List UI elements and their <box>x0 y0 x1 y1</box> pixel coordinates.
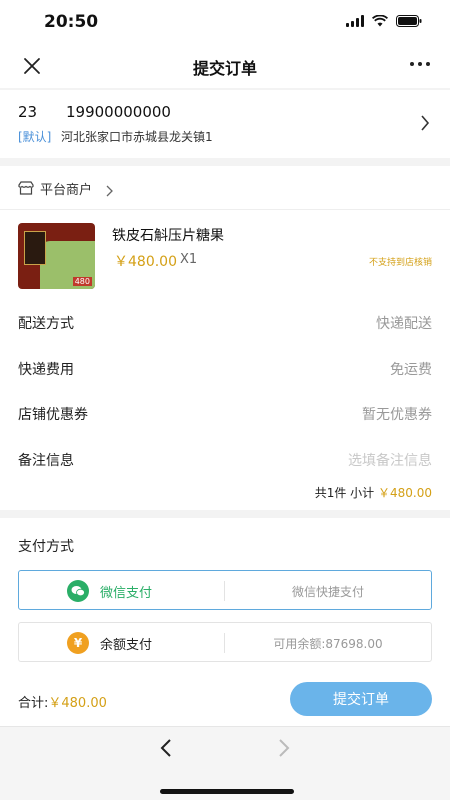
payment-option-sub: 可用余额:87698.00 <box>273 637 383 651</box>
product-quantity: X1 <box>180 252 198 267</box>
row-label: 配送方式 <box>18 316 74 332</box>
shop-name: 平台商户 <box>40 183 93 198</box>
subtotal: 共1件 小计 ￥480.00 <box>315 484 432 501</box>
row-label: 快递费用 <box>18 362 74 378</box>
row-remarks[interactable]: 备注信息 选填备注信息 <box>0 437 450 483</box>
row-value: 免运费 <box>390 362 432 378</box>
store-icon <box>18 180 34 199</box>
signal-icon <box>346 15 364 27</box>
remarks-input[interactable]: 选填备注信息 <box>348 450 432 470</box>
total-label: 合计: <box>18 696 49 711</box>
home-indicator <box>160 789 294 794</box>
payment-option-balance[interactable]: ¥ 余额支付 可用余额:87698.00 <box>18 622 432 662</box>
payment-option-wechat[interactable]: 微信支付 微信快捷支付 <box>18 570 432 610</box>
wechat-icon <box>67 580 89 602</box>
status-icons <box>346 15 422 27</box>
order-card: 平台商户 480 铁皮石斛压片糖果 ￥480.00 X1 不支持到店核销 配送方… <box>0 166 450 510</box>
page-title: 提交订单 <box>192 59 257 78</box>
row-value: 暂无优惠券 <box>362 407 432 423</box>
status-bar: 20:50 <box>0 0 450 44</box>
product-title: 铁皮石斛压片糖果 <box>112 228 224 244</box>
forward-arrow-icon[interactable] <box>276 737 292 763</box>
address-detail: 河北张家口市赤城县龙关镇1 <box>61 130 213 144</box>
payment-option-label: 微信支付 <box>100 586 153 601</box>
yen-icon: ¥ <box>67 632 89 654</box>
submit-order-button[interactable]: 提交订单 <box>290 682 432 716</box>
product-price: ￥480.00 <box>114 254 177 270</box>
shop-header[interactable]: 平台商户 <box>0 166 450 210</box>
default-tag: [默认] <box>18 130 52 144</box>
total-amount: ￥480.00 <box>48 696 107 711</box>
back-arrow-icon[interactable] <box>158 737 174 763</box>
status-time: 20:50 <box>44 12 99 32</box>
row-value: 快递配送 <box>376 316 432 332</box>
address-card[interactable]: 23 19900000000 [默认] 河北张家口市赤城县龙关镇1 <box>0 90 450 158</box>
payment-option-label: 余额支付 <box>100 638 153 653</box>
wifi-icon <box>372 15 388 27</box>
row-label: 备注信息 <box>18 453 74 469</box>
product-image-price: 480 <box>72 277 92 286</box>
payment-title: 支付方式 <box>18 539 74 555</box>
product-note: 不支持到店核销 <box>368 258 432 268</box>
battery-icon <box>396 15 422 27</box>
payment-option-sub: 微信快捷支付 <box>291 585 364 599</box>
row-delivery-method[interactable]: 配送方式 快递配送 <box>0 300 450 346</box>
row-label: 店铺优惠券 <box>18 407 88 423</box>
chevron-right-icon <box>420 114 430 136</box>
nav-bar: 提交订单 <box>0 44 450 88</box>
address-name: 23 <box>18 103 38 121</box>
more-icon[interactable] <box>410 62 430 66</box>
bottom-toolbar <box>0 726 450 800</box>
subtotal-amount: ￥480.00 <box>378 486 432 500</box>
payment-card: 支付方式 微信支付 微信快捷支付 ¥ 余额支付 可用余额:87698.00 合计… <box>0 518 450 726</box>
subtotal-label: 共1件 小计 <box>314 486 375 500</box>
chevron-right-icon <box>106 182 113 201</box>
row-shipping-fee: 快递费用 免运费 <box>0 346 450 392</box>
order-total: 合计:￥480.00 <box>18 692 107 711</box>
address-phone: 19900000000 <box>66 103 171 121</box>
row-store-coupon[interactable]: 店铺优惠券 暂无优惠券 <box>0 391 450 437</box>
product-image: 480 <box>18 223 95 289</box>
